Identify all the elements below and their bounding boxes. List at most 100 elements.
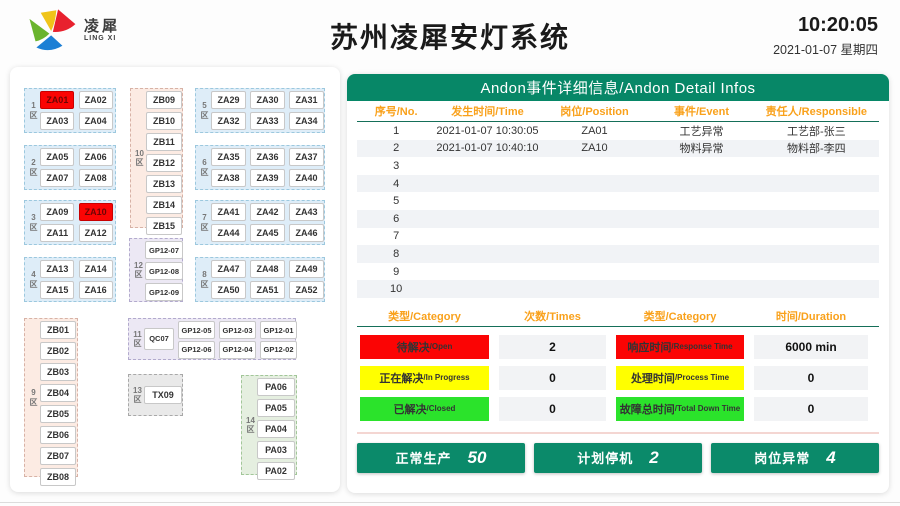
station-tile-ZA03[interactable]: ZA03 <box>40 112 74 130</box>
station-tile-ZA09[interactable]: ZA09 <box>40 203 74 221</box>
station-tile-ZA49[interactable]: ZA49 <box>289 260 324 278</box>
station-tile-ZB10[interactable]: ZB10 <box>146 112 182 130</box>
table-row[interactable]: 4 <box>357 175 879 193</box>
station-tile-ZA08[interactable]: ZA08 <box>79 169 113 187</box>
station-tile-ZA29[interactable]: ZA29 <box>211 91 246 109</box>
station-tile-PA03[interactable]: PA03 <box>257 441 295 459</box>
table-row[interactable]: 9 <box>357 263 879 281</box>
zone-9-label: 9区 <box>27 321 40 474</box>
station-tile-ZA11[interactable]: ZA11 <box>40 224 74 242</box>
station-tile-ZA15[interactable]: ZA15 <box>40 281 74 299</box>
station-tile-ZA32[interactable]: ZA32 <box>211 112 246 130</box>
station-tile-ZA47[interactable]: ZA47 <box>211 260 246 278</box>
station-tile-GP12-07[interactable]: GP12-07 <box>145 241 183 259</box>
station-tile-QC07[interactable]: QC07 <box>144 328 174 350</box>
status-button-正常生产[interactable]: 正常生产50 <box>357 443 525 473</box>
cell-no: 9 <box>357 266 435 278</box>
station-tile-ZA12[interactable]: ZA12 <box>79 224 113 242</box>
station-tile-PA04[interactable]: PA04 <box>257 420 295 438</box>
station-tile-GP12-05[interactable]: GP12-05 <box>178 321 215 339</box>
station-tile-ZB03[interactable]: ZB03 <box>40 363 76 381</box>
station-tile-PA05[interactable]: PA05 <box>257 399 295 417</box>
table-row[interactable]: 5 <box>357 192 879 210</box>
station-tile-ZA34[interactable]: ZA34 <box>289 112 324 130</box>
station-tile-ZA51[interactable]: ZA51 <box>250 281 285 299</box>
station-tile-ZA30[interactable]: ZA30 <box>250 91 285 109</box>
station-tile-ZA05[interactable]: ZA05 <box>40 148 74 166</box>
station-tile-ZA45[interactable]: ZA45 <box>250 224 285 242</box>
andon-dashboard: 凌犀 LING XI 苏州凌犀安灯系统 10:20:05 2021-01-07 … <box>0 0 900 506</box>
station-tile-ZB09[interactable]: ZB09 <box>146 91 182 109</box>
status-button-计划停机[interactable]: 计划停机2 <box>534 443 702 473</box>
station-tile-ZA07[interactable]: ZA07 <box>40 169 74 187</box>
zone-6-box: 6区ZA35ZA36ZA37ZA38ZA39ZA40 <box>195 145 325 190</box>
station-tile-ZB08[interactable]: ZB08 <box>40 468 76 486</box>
station-tile-ZA48[interactable]: ZA48 <box>250 260 285 278</box>
station-tile-ZA13[interactable]: ZA13 <box>40 260 74 278</box>
zone-12-label: 12区 <box>132 241 145 299</box>
table-row[interactable]: 7 <box>357 228 879 246</box>
station-tile-ZB04[interactable]: ZB04 <box>40 384 76 402</box>
station-tile-ZB07[interactable]: ZB07 <box>40 447 76 465</box>
station-tile-GP12-06[interactable]: GP12-06 <box>178 341 215 359</box>
station-tile-ZA35[interactable]: ZA35 <box>211 148 246 166</box>
table-row[interactable]: 8 <box>357 245 879 263</box>
station-tile-GP12-02[interactable]: GP12-02 <box>260 341 297 359</box>
station-tile-ZA02[interactable]: ZA02 <box>79 91 113 109</box>
station-tile-ZA33[interactable]: ZA33 <box>250 112 285 130</box>
station-tile-ZA44[interactable]: ZA44 <box>211 224 246 242</box>
station-tile-GP12-09[interactable]: GP12-09 <box>145 283 183 301</box>
station-tile-ZB11[interactable]: ZB11 <box>146 133 182 151</box>
station-tile-PA02[interactable]: PA02 <box>257 462 295 480</box>
status-button-岗位异常[interactable]: 岗位异常4 <box>711 443 879 473</box>
station-tile-ZA14[interactable]: ZA14 <box>79 260 113 278</box>
station-tile-ZA43[interactable]: ZA43 <box>289 203 324 221</box>
station-tile-GP12-08[interactable]: GP12-08 <box>145 262 183 280</box>
zone-12-tiles: GP12-07 GP12-08 GP12-09 <box>145 241 183 299</box>
station-tile-ZA39[interactable]: ZA39 <box>250 169 285 187</box>
zone-14-tiles: PA06PA05PA04PA03PA02 <box>257 378 295 472</box>
table-row[interactable]: 22021-01-07 10:40:10ZA10物料异常物料部-李四 <box>357 140 879 158</box>
station-tile-ZA37[interactable]: ZA37 <box>289 148 324 166</box>
station-tile-GP12-03[interactable]: GP12-03 <box>219 321 256 339</box>
station-tile-ZB14[interactable]: ZB14 <box>146 196 182 214</box>
station-tile-ZB13[interactable]: ZB13 <box>146 175 182 193</box>
station-tile-ZA01[interactable]: ZA01 <box>40 91 74 109</box>
station-tile-ZA41[interactable]: ZA41 <box>211 203 246 221</box>
cell-no: 4 <box>357 178 435 190</box>
cell-time: 2021-01-07 10:40:10 <box>435 142 539 154</box>
station-tile-ZB06[interactable]: ZB06 <box>40 426 76 444</box>
zone-11-tiles: QC07GP12-05GP12-03GP12-01 GP12-06GP12-04G… <box>144 321 297 357</box>
station-tile-ZA36[interactable]: ZA36 <box>250 148 285 166</box>
station-tile-ZA06[interactable]: ZA06 <box>79 148 113 166</box>
station-tile-ZA40[interactable]: ZA40 <box>289 169 324 187</box>
zone-6-tiles: ZA35ZA36ZA37 ZA38ZA39ZA40 <box>211 148 324 187</box>
zone-8-tiles: ZA47ZA48ZA49 ZA50ZA51ZA52 <box>211 260 324 299</box>
station-tile-PA06[interactable]: PA06 <box>257 378 295 396</box>
station-tile-ZA31[interactable]: ZA31 <box>289 91 324 109</box>
station-tile-GP12-01[interactable]: GP12-01 <box>260 321 297 339</box>
station-tile-ZB02[interactable]: ZB02 <box>40 342 76 360</box>
stats-col-header-1: 次数/Times <box>499 308 606 324</box>
station-tile-TX09[interactable]: TX09 <box>144 386 182 404</box>
table-row[interactable]: 6 <box>357 210 879 228</box>
station-tile-ZA38[interactable]: ZA38 <box>211 169 246 187</box>
station-tile-ZA42[interactable]: ZA42 <box>250 203 285 221</box>
station-tile-ZB12[interactable]: ZB12 <box>146 154 182 172</box>
station-tile-ZA04[interactable]: ZA04 <box>79 112 113 130</box>
station-tile-ZA16[interactable]: ZA16 <box>79 281 113 299</box>
table-row[interactable]: 10 <box>357 280 879 298</box>
station-tile-GP12-04[interactable]: GP12-04 <box>219 341 256 359</box>
station-tile-ZB01[interactable]: ZB01 <box>40 321 76 339</box>
station-tile-ZB15[interactable]: ZB15 <box>146 217 182 235</box>
station-tile-ZA50[interactable]: ZA50 <box>211 281 246 299</box>
detail-col-header-0: 序号/No. <box>357 103 435 119</box>
table-row[interactable]: 12021-01-07 10:30:05ZA01工艺异常工艺部-张三 <box>357 122 879 140</box>
zone-9-tiles: ZB01ZB02ZB03ZB04ZB05ZB06ZB07ZB08 <box>40 321 76 474</box>
station-tile-ZA46[interactable]: ZA46 <box>289 224 324 242</box>
cell-no: 5 <box>357 195 435 207</box>
table-row[interactable]: 3 <box>357 157 879 175</box>
station-tile-ZA10[interactable]: ZA10 <box>79 203 113 221</box>
station-tile-ZA52[interactable]: ZA52 <box>289 281 324 299</box>
station-tile-ZB05[interactable]: ZB05 <box>40 405 76 423</box>
